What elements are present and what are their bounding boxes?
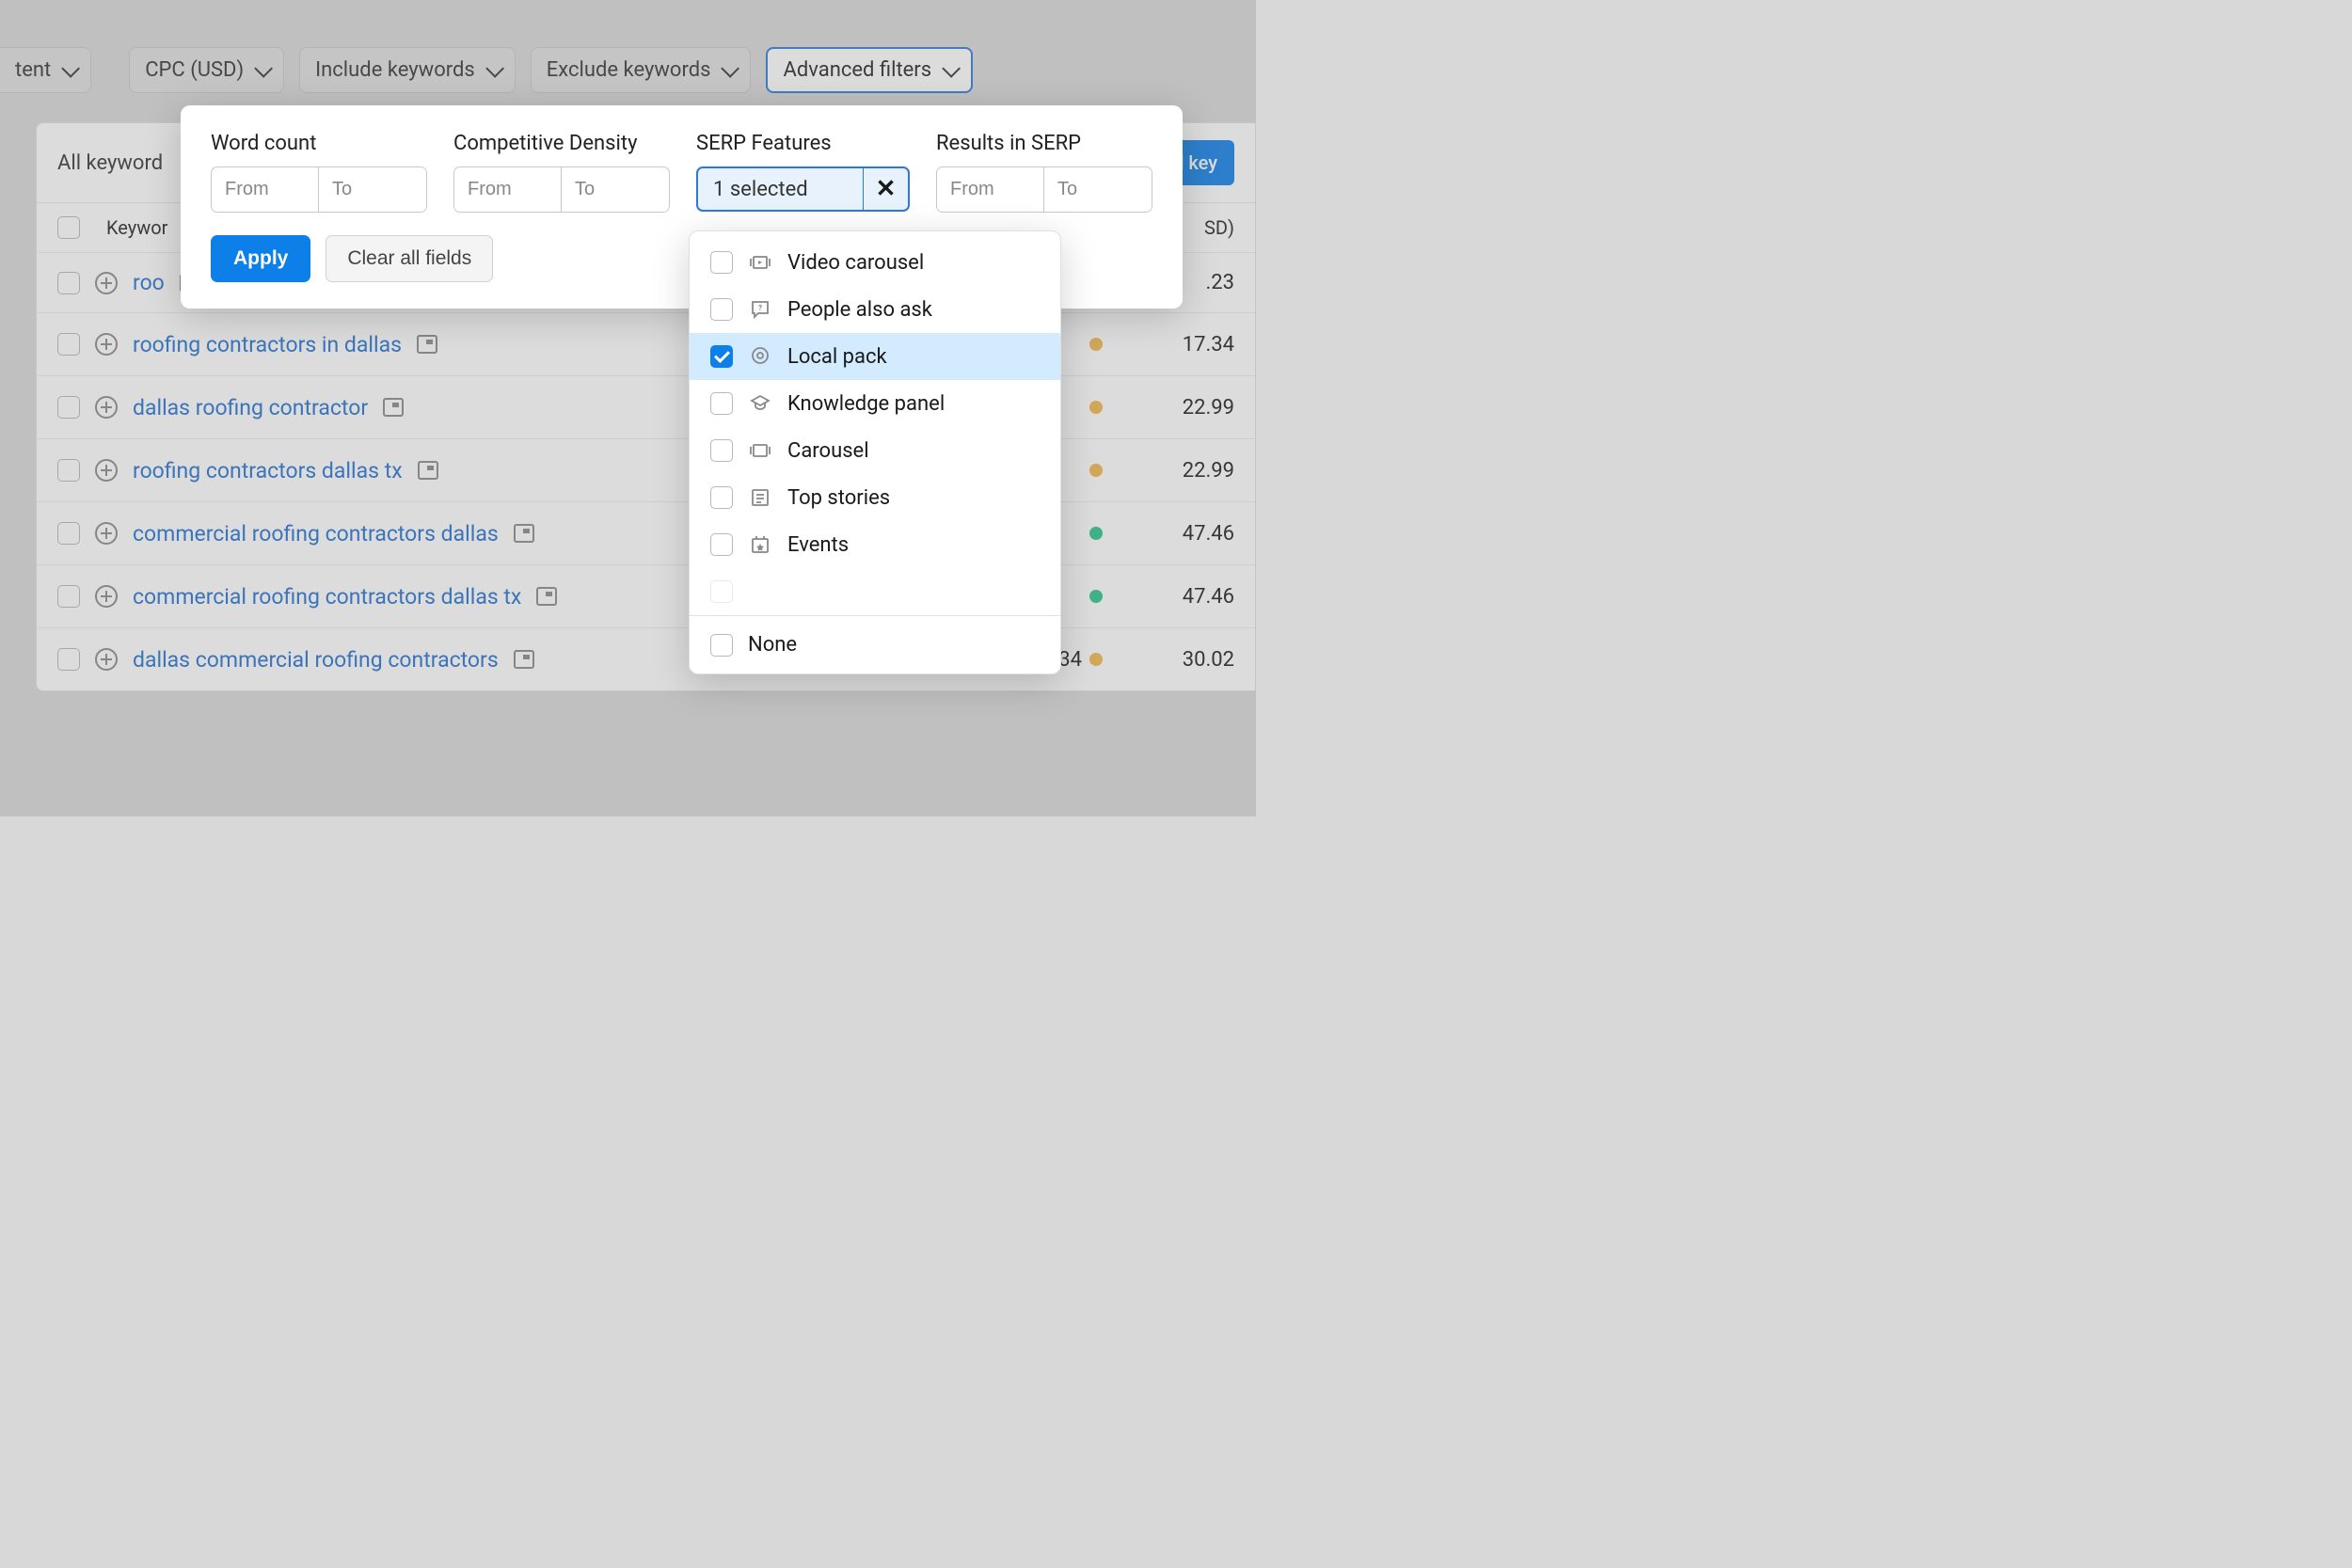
serp-option-checkbox[interactable] xyxy=(710,439,733,462)
serp-option-label: Video carousel xyxy=(787,251,924,275)
serp-option[interactable]: Events xyxy=(690,521,1060,568)
carousel-icon xyxy=(748,438,772,463)
results-serp-label: Results in SERP xyxy=(936,132,1152,155)
serp-features-group: SERP Features 1 selected ✕ xyxy=(696,132,910,213)
serp-features-clear-button[interactable]: ✕ xyxy=(863,168,908,210)
paa-icon: ? xyxy=(748,297,772,322)
serp-features-dropdown: Video carousel ? People also ask Local p… xyxy=(689,230,1061,674)
serp-option[interactable]: Top stories xyxy=(690,474,1060,521)
serp-option-label: People also ask xyxy=(787,298,932,322)
serp-option-none[interactable]: None xyxy=(690,615,1060,673)
serp-option[interactable]: ? People also ask xyxy=(690,286,1060,333)
serp-option-checkbox[interactable] xyxy=(710,251,733,274)
knowledge-icon xyxy=(748,391,772,416)
serp-option[interactable]: Knowledge panel xyxy=(690,380,1060,427)
serp-option-label: Events xyxy=(787,533,849,557)
comp-density-to-input[interactable] xyxy=(562,167,669,212)
serp-option-label: Local pack xyxy=(787,345,887,369)
apply-button[interactable]: Apply xyxy=(211,235,310,282)
serp-option[interactable]: Video carousel xyxy=(690,239,1060,286)
serp-option-checkbox[interactable] xyxy=(710,486,733,509)
serp-option-partial xyxy=(690,568,1060,608)
svg-text:?: ? xyxy=(758,304,762,312)
comp-density-from-input[interactable] xyxy=(454,167,562,212)
serp-option-checkbox[interactable] xyxy=(710,345,733,368)
serp-option-label: Carousel xyxy=(787,439,869,463)
results-serp-from-input[interactable] xyxy=(937,167,1044,212)
serp-features-value: 1 selected xyxy=(698,178,863,201)
competitive-density-group: Competitive Density xyxy=(453,132,670,213)
serp-features-select[interactable]: 1 selected ✕ xyxy=(696,166,910,212)
competitive-density-label: Competitive Density xyxy=(453,132,670,155)
serp-option-checkbox[interactable] xyxy=(710,298,733,321)
serp-option[interactable]: Local pack xyxy=(690,333,1060,380)
serp-option-checkbox[interactable] xyxy=(710,533,733,556)
stories-icon xyxy=(748,485,772,510)
serp-option[interactable]: Carousel xyxy=(690,427,1060,474)
word-count-group: Word count xyxy=(211,132,427,213)
serp-features-label: SERP Features xyxy=(696,132,910,155)
events-icon xyxy=(748,532,772,557)
local-icon xyxy=(748,344,772,369)
word-count-from-input[interactable] xyxy=(212,167,319,212)
serp-option-checkbox[interactable] xyxy=(710,392,733,415)
serp-option-label: Top stories xyxy=(787,486,890,510)
video-carousel-icon xyxy=(748,250,772,275)
clear-all-fields-button[interactable]: Clear all fields xyxy=(326,235,493,282)
results-serp-to-input[interactable] xyxy=(1044,167,1152,212)
results-serp-group: Results in SERP xyxy=(936,132,1152,213)
serp-none-checkbox[interactable] xyxy=(710,634,733,657)
serp-option-label: Knowledge panel xyxy=(787,392,945,416)
serp-none-label: None xyxy=(748,633,797,657)
word-count-label: Word count xyxy=(211,132,427,155)
word-count-to-input[interactable] xyxy=(319,167,426,212)
